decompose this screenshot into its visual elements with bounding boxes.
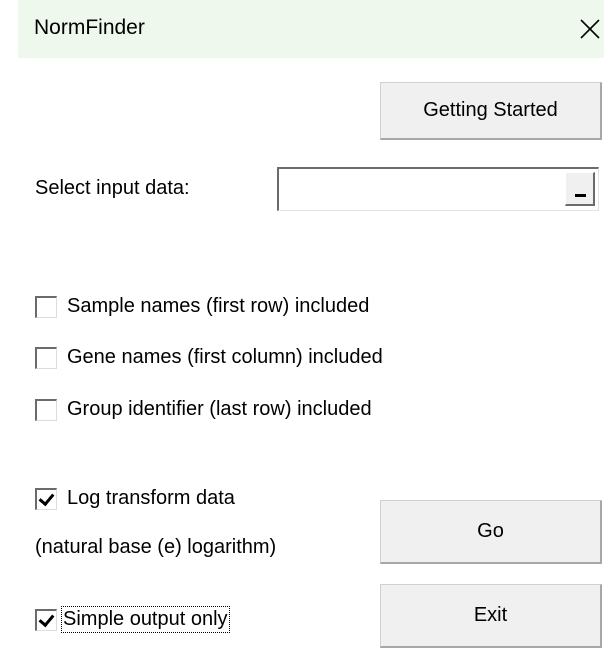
simple-output-label: Simple output only — [61, 606, 230, 633]
option-simple-output[interactable]: Simple output only — [35, 606, 230, 633]
input-data-field[interactable] — [277, 167, 599, 211]
group-identifier-label: Group identifier (last row) included — [67, 398, 372, 420]
option-log-transform[interactable]: Log transform data — [35, 487, 235, 510]
log-transform-checkbox[interactable] — [35, 487, 57, 510]
option-gene-names[interactable]: Gene names (first column) included — [35, 346, 383, 369]
option-group-identifier[interactable]: Group identifier (last row) included — [35, 398, 372, 421]
select-input-label: Select input data: — [35, 177, 190, 199]
group-identifier-checkbox[interactable] — [35, 398, 57, 421]
getting-started-button[interactable]: Getting Started — [380, 82, 602, 140]
range-select-button[interactable] — [565, 172, 595, 206]
close-icon — [580, 19, 600, 39]
gene-names-checkbox[interactable] — [35, 346, 57, 369]
sample-names-checkbox[interactable] — [35, 295, 57, 318]
log-transform-label: Log transform data — [67, 487, 235, 509]
sample-names-label: Sample names (first row) included — [67, 295, 370, 317]
title-bar: NormFinder — [18, 0, 604, 58]
exit-button[interactable]: Exit — [380, 584, 602, 648]
window-title: NormFinder — [34, 16, 145, 39]
log-transform-note: (natural base (e) logarithm) — [35, 536, 277, 558]
close-button[interactable] — [570, 9, 604, 49]
option-sample-names[interactable]: Sample names (first row) included — [35, 295, 369, 318]
go-button[interactable]: Go — [380, 500, 602, 564]
simple-output-checkbox[interactable] — [35, 608, 57, 631]
gene-names-label: Gene names (first column) included — [67, 346, 383, 368]
collapse-icon — [575, 194, 586, 197]
